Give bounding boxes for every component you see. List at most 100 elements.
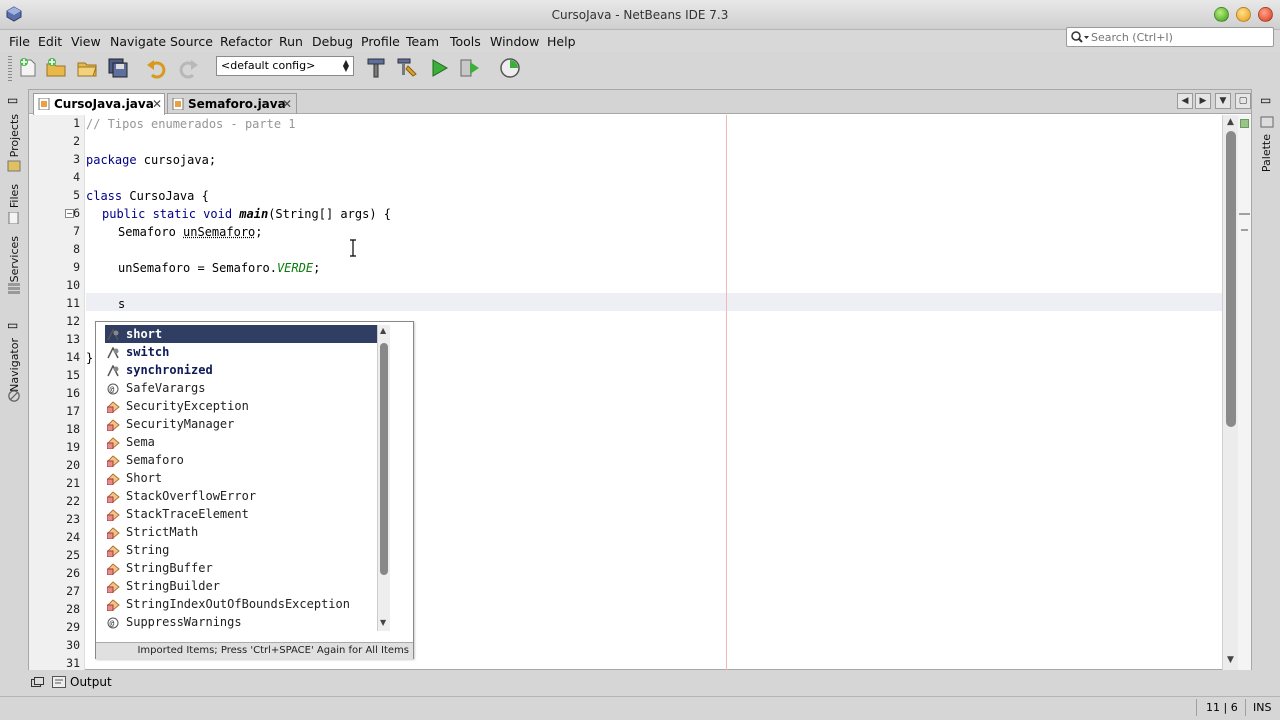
menu-window[interactable]: Window [490,34,539,49]
completion-item-label: switch [126,345,170,359]
menu-debug[interactable]: Debug [312,34,353,49]
completion-item[interactable]: String [105,541,377,559]
redo-icon[interactable] [176,56,200,80]
minimize-pane-icon-2[interactable]: ▭ [7,318,21,332]
close-window-button[interactable] [1258,7,1273,22]
stripe-mark[interactable] [1241,229,1248,231]
right-margin-guide [726,115,727,670]
line-number: 28 [66,602,80,616]
completion-item[interactable]: Sema [105,433,377,451]
fold-toggle-icon[interactable]: − [65,209,74,218]
completion-item-label: SuppressWarnings [126,615,242,629]
maximize-button[interactable] [1236,7,1251,22]
menu-tools[interactable]: Tools [450,34,481,49]
debug-icon[interactable] [458,56,482,80]
minimize-button[interactable] [1214,7,1229,22]
menu-view[interactable]: View [71,34,101,49]
scroll-up-icon[interactable]: ▲ [1227,117,1234,127]
menu-refactor[interactable]: Refactor [220,34,272,49]
side-tab-palette[interactable]: Palette [1260,134,1273,172]
scroll-down-icon[interactable]: ▼ [1227,655,1234,665]
search-box[interactable] [1066,27,1274,47]
profile-icon[interactable] [498,56,522,80]
class-icon [106,490,120,504]
scrollbar-thumb[interactable] [1226,131,1236,427]
vertical-scrollbar[interactable]: ▲ ▼ [1222,115,1238,670]
run-icon[interactable] [427,56,451,80]
side-tab-services[interactable]: Services [8,236,21,282]
search-input[interactable] [1091,29,1269,45]
side-tab-files[interactable]: Files [8,184,21,208]
completion-scrollbar[interactable]: ▲ ▼ [377,325,390,631]
completion-item[interactable]: synchronized [105,361,377,379]
completion-item[interactable]: @ SafeVarargs [105,379,377,397]
completion-item[interactable]: switch [105,343,377,361]
svg-text:@: @ [110,385,115,394]
tab-semaforo[interactable]: Semaforo.java ✕ [167,93,297,114]
error-stripe[interactable] [1238,115,1251,670]
line-number: 30 [66,638,80,652]
keyword: public static void [102,207,233,221]
build-icon[interactable] [364,56,388,80]
completion-item[interactable]: StringIndexOutOfBoundsException [105,595,377,613]
completion-item[interactable]: StackTraceElement [105,505,377,523]
open-project-icon[interactable] [75,56,99,80]
title-bar: CursoJava - NetBeans IDE 7.3 [0,0,1280,30]
maximize-editor-button[interactable]: ▢ [1235,93,1251,109]
side-tab-projects[interactable]: Projects [8,114,21,157]
minimize-pane-icon[interactable]: ▭ [7,93,21,107]
current-line-highlight [86,293,1222,311]
completion-item[interactable]: SecurityManager [105,415,377,433]
line-number: 14 [66,350,80,364]
side-tab-navigator[interactable]: Navigator [8,338,21,392]
completion-item[interactable]: StrictMath [105,523,377,541]
code-line-5: class CursoJava { [86,187,209,205]
completion-item[interactable]: Short [105,469,377,487]
code-line-6: public static void main(String[] args) { [102,205,391,223]
show-opened-documents-button[interactable]: ▼ [1215,93,1231,109]
scroll-up-icon[interactable]: ▲ [380,326,386,335]
minimize-palette-icon[interactable]: ▭ [1260,93,1274,107]
close-tab-icon[interactable]: ✕ [152,97,162,111]
scroll-down-icon[interactable]: ▼ [380,618,386,627]
config-select[interactable]: <default config> ▲ ▼ [216,56,354,76]
new-project-icon[interactable] [44,56,68,80]
tab-cursojava[interactable]: CursoJava.java ✕ [33,93,165,115]
method-name: main [239,207,269,221]
menu-file[interactable]: File [9,34,30,49]
scroll-tabs-right-button[interactable]: ▶ [1195,93,1211,109]
undo-icon[interactable] [145,56,169,80]
menu-team[interactable]: Team [406,34,439,49]
completion-item[interactable]: Semaforo [105,451,377,469]
restore-icon[interactable] [31,677,44,687]
save-all-icon[interactable] [106,56,130,80]
keyword-icon [107,346,120,359]
output-window-tab[interactable]: Output [28,672,228,692]
code-text: CursoJava { [122,189,209,203]
completion-item-label: StringBuffer [126,561,213,575]
close-tab-icon[interactable]: ✕ [282,97,292,111]
menu-help[interactable]: Help [547,34,576,49]
menu-profile[interactable]: Profile [361,34,400,49]
menu-run[interactable]: Run [279,34,303,49]
scroll-tabs-left-button[interactable]: ◀ [1177,93,1193,109]
class-icon [106,418,120,432]
menu-source[interactable]: Source [170,34,213,49]
menu-navigate[interactable]: Navigate [110,34,166,49]
new-file-icon[interactable] [16,56,40,80]
menu-edit[interactable]: Edit [38,34,62,49]
completion-item[interactable]: StringBuffer [105,559,377,577]
line-number: 16 [66,386,80,400]
clean-build-icon[interactable] [395,56,419,80]
completion-item[interactable]: SecurityException [105,397,377,415]
stripe-mark[interactable] [1239,213,1250,215]
completion-item[interactable]: short [105,325,377,343]
completion-item[interactable]: @ SuppressWarnings [105,613,377,631]
completion-item[interactable]: StackOverflowError [105,487,377,505]
completion-item-label: synchronized [126,363,213,377]
line-number: 22 [66,494,80,508]
scrollbar-thumb[interactable] [380,343,388,575]
completion-item[interactable]: StringBuilder [105,577,377,595]
completion-item-label: StringBuilder [126,579,220,593]
completion-item-label: String [126,543,170,557]
